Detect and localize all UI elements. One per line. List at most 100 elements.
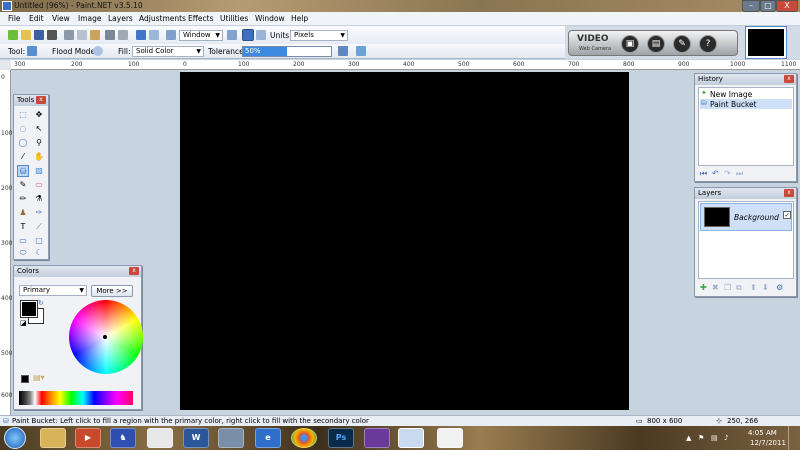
history-panel-header[interactable]: History [695, 74, 796, 85]
zoom-tool-icon[interactable]: ⚲ [33, 137, 45, 149]
color-mode-dropdown[interactable]: Primary ▼ [19, 285, 87, 296]
deselect-icon[interactable] [118, 30, 128, 40]
history-fast-forward-icon[interactable]: ⏭ [736, 169, 743, 179]
move-selection-icon[interactable]: ↖ [33, 123, 45, 135]
history-undo-icon[interactable]: ↶ [712, 169, 719, 178]
photoshop-taskbar-icon[interactable]: Ps [328, 428, 354, 448]
history-item[interactable]: ✦ New Image [700, 89, 792, 99]
maximize-button[interactable]: □ [760, 0, 776, 12]
paint-bucket-icon[interactable] [27, 46, 37, 56]
close-button[interactable]: X [776, 0, 798, 12]
gradient-icon[interactable]: ▨ [33, 165, 45, 177]
menu-window[interactable]: Window [255, 14, 285, 23]
redo-icon[interactable] [149, 30, 159, 40]
image-canvas[interactable] [180, 72, 629, 410]
zoom-icon[interactable] [166, 30, 176, 40]
tolerance-slider[interactable]: 50% [242, 46, 332, 57]
layers-panel-header[interactable]: Layers [695, 188, 796, 199]
text-icon[interactable]: T [17, 221, 29, 233]
grid-icon[interactable] [242, 29, 254, 41]
layer-properties-icon[interactable]: ⚙ [776, 283, 783, 292]
flood-mode-icon[interactable] [93, 46, 103, 56]
zoom-in-icon[interactable] [227, 30, 237, 40]
image-thumbnail-tab[interactable] [745, 26, 787, 59]
delete-layer-icon[interactable]: ✖ [712, 283, 719, 292]
open-icon[interactable] [21, 30, 31, 40]
tray-network-icon[interactable]: ▤ [711, 434, 718, 442]
antialias-icon[interactable] [338, 46, 348, 56]
tray-volume-icon[interactable]: ♪ [724, 434, 728, 442]
move-icon[interactable]: ✥ [33, 109, 45, 121]
tray-arrow-icon[interactable]: ▲ [686, 434, 691, 442]
menu-adjustments[interactable]: Adjustments [139, 14, 186, 23]
layers-close-button[interactable]: x [784, 189, 794, 197]
crop-icon[interactable] [105, 30, 115, 40]
app2-taskbar-icon[interactable] [364, 428, 390, 448]
palette-menu-icon[interactable]: ▤▾ [33, 373, 45, 382]
menu-image[interactable]: Image [78, 14, 102, 23]
paint-bucket-tool-icon[interactable]: ⛁ [17, 165, 29, 177]
internet-explorer-taskbar-icon[interactable]: e [255, 428, 281, 448]
camera-help-icon[interactable]: ? [699, 35, 717, 53]
app-taskbar-icon[interactable]: ♞ [110, 428, 136, 448]
menu-effects[interactable]: Effects [188, 14, 214, 23]
undo-icon[interactable] [136, 30, 146, 40]
network-taskbar-icon[interactable] [218, 428, 244, 448]
move-layer-up-icon[interactable]: ⬆ [750, 283, 757, 292]
chrome-taskbar-icon[interactable] [291, 428, 317, 448]
freeform-shape-icon[interactable]: ☾ [33, 247, 45, 259]
rulers-icon[interactable] [256, 30, 266, 40]
explorer-taskbar-icon[interactable] [40, 428, 66, 448]
pencil-icon[interactable]: ✏ [17, 193, 29, 205]
colors-panel-header[interactable]: Colors [14, 266, 141, 277]
menu-view[interactable]: View [52, 14, 70, 23]
menu-edit[interactable]: Edit [29, 14, 44, 23]
ellipse-icon[interactable]: ⬭ [17, 247, 29, 259]
tray-flag-icon[interactable]: ⚑ [698, 434, 704, 442]
print-icon[interactable] [47, 30, 57, 40]
line-curve-icon[interactable]: ⟋ [33, 221, 45, 233]
zoom-mode-dropdown[interactable]: Window ▼ [179, 30, 223, 41]
menu-layers[interactable]: Layers [108, 14, 133, 23]
add-layer-icon[interactable]: ✚ [700, 283, 707, 292]
units-dropdown[interactable]: Pixels ▼ [290, 30, 348, 41]
minimize-button[interactable]: – [742, 0, 760, 12]
color-picker-icon[interactable]: ⚗ [33, 193, 45, 205]
fill-dropdown[interactable]: Solid Color ▼ [132, 46, 204, 57]
history-rewind-icon[interactable]: ⏮ [700, 169, 707, 179]
copy-icon[interactable] [77, 30, 87, 40]
document-taskbar-icon[interactable] [437, 428, 463, 448]
history-close-button[interactable]: x [784, 75, 794, 83]
show-desktop-button[interactable] [788, 426, 800, 450]
menu-help[interactable]: Help [291, 14, 308, 23]
palette-black-swatch[interactable] [21, 375, 29, 383]
layer-visibility-checkbox[interactable]: ✓ [783, 211, 791, 219]
merge-layer-icon[interactable]: ⧉ [736, 283, 742, 293]
swap-colors-icon[interactable]: ↻ [38, 299, 44, 307]
primary-color-swatch[interactable] [20, 300, 38, 318]
ellipse-select-icon[interactable]: ◯ [17, 137, 29, 149]
save-icon[interactable] [34, 30, 44, 40]
rectangle-icon[interactable]: ▭ [17, 235, 29, 247]
move-layer-down-icon[interactable]: ⬇ [762, 283, 769, 292]
blend-mode-icon[interactable] [356, 46, 366, 56]
color-palette-strip[interactable] [19, 391, 133, 405]
rectangle-select-icon[interactable]: ⬚ [17, 109, 29, 121]
magic-wand-icon[interactable]: ⁄ [17, 151, 29, 163]
paintbrush-icon[interactable]: ✎ [17, 179, 29, 191]
notepad-taskbar-icon[interactable] [147, 428, 173, 448]
colors-close-button[interactable]: x [129, 267, 139, 275]
clone-stamp-icon[interactable]: ♟ [17, 207, 29, 219]
clock-date[interactable]: 12/7/2011 [750, 439, 786, 447]
new-image-icon[interactable] [8, 30, 18, 40]
more-colors-button[interactable]: More >> [91, 285, 133, 297]
reset-colors-icon[interactable]: ◪ [20, 319, 27, 327]
camera-capture-icon[interactable]: ▣ [621, 35, 639, 53]
word-taskbar-icon[interactable]: W [183, 428, 209, 448]
cut-icon[interactable] [64, 30, 74, 40]
paintnet-taskbar-icon[interactable] [398, 428, 424, 448]
rounded-rectangle-icon[interactable]: ▢ [33, 235, 45, 247]
start-button[interactable] [4, 427, 26, 449]
lasso-icon[interactable]: ◌ [17, 123, 29, 135]
menu-file[interactable]: File [8, 14, 21, 23]
